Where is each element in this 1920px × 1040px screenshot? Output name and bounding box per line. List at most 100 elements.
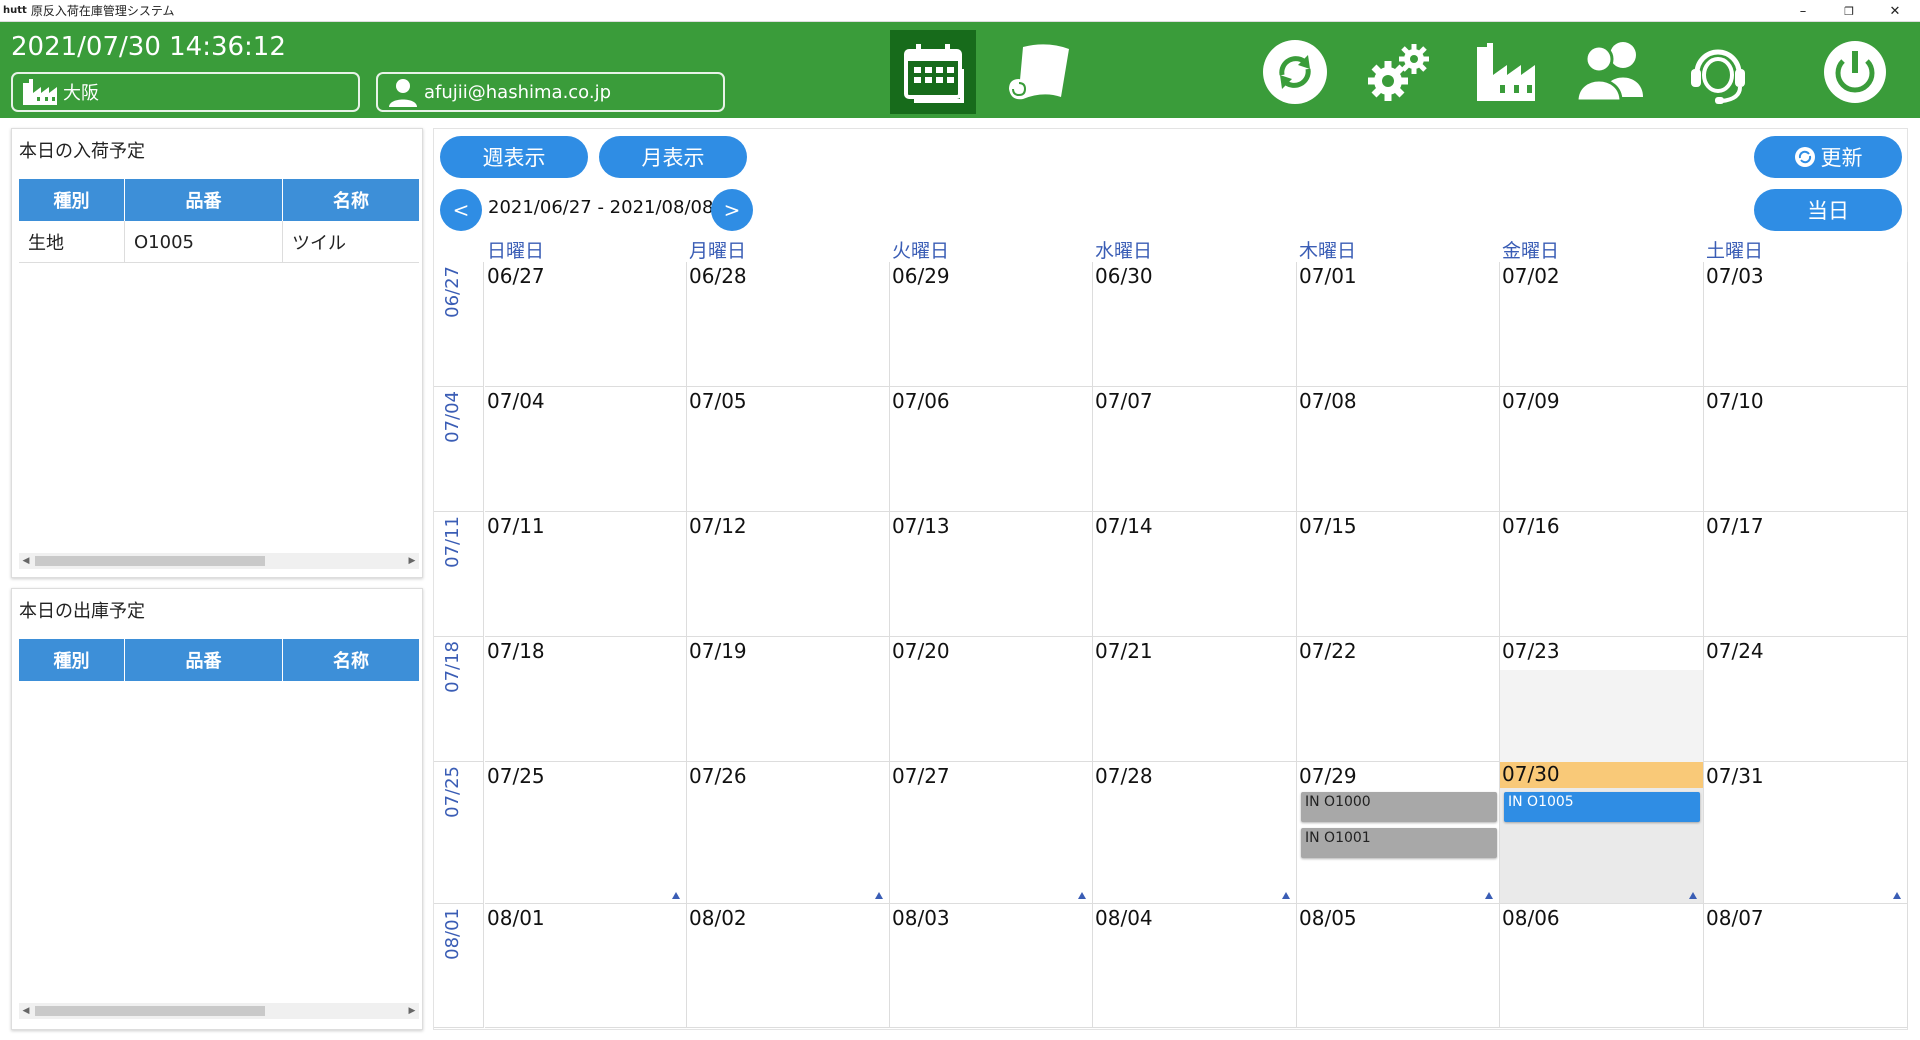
- calendar-day-cell[interactable]: 06/29: [890, 262, 1093, 387]
- user-email: afujii@hashima.co.jp: [424, 81, 612, 103]
- prev-range-button[interactable]: <: [440, 189, 482, 231]
- expand-arrow-icon[interactable]: [672, 892, 680, 899]
- nav-users[interactable]: [1568, 30, 1654, 114]
- week-view-button[interactable]: 週表示: [440, 136, 588, 178]
- calendar-day-cell[interactable]: 07/07: [1093, 387, 1297, 512]
- scroll-right-icon[interactable]: ▶: [405, 553, 419, 569]
- week-label: 07/04: [442, 391, 463, 443]
- calendar-day-cell[interactable]: 08/05: [1297, 904, 1500, 1028]
- day-number: 07/26: [689, 764, 747, 788]
- today-button[interactable]: 当日: [1754, 189, 1902, 231]
- calendar-day-cell[interactable]: 07/26: [687, 762, 890, 904]
- calendar-day-cell[interactable]: 07/27: [890, 762, 1093, 904]
- calendar-day-cell[interactable]: 07/25: [485, 762, 687, 904]
- calendar-day-cell[interactable]: 07/31: [1704, 762, 1908, 904]
- calendar-day-cell[interactable]: 07/13: [890, 512, 1093, 637]
- calendar-day-cell[interactable]: 07/02: [1500, 262, 1704, 387]
- scroll-thumb[interactable]: [35, 556, 265, 566]
- calendar-day-cell[interactable]: 07/15: [1297, 512, 1500, 637]
- column-header-name[interactable]: 名称: [283, 179, 419, 221]
- arrivals-horizontal-scrollbar[interactable]: ◀ ▶: [19, 553, 419, 569]
- calendar-day-cell[interactable]: 07/11: [485, 512, 687, 637]
- calendar-day-cell[interactable]: 07/03: [1704, 262, 1908, 387]
- calendar-day-cell[interactable]: 06/27: [485, 262, 687, 387]
- column-header-type[interactable]: 種別: [19, 639, 125, 681]
- month-view-button[interactable]: 月表示: [599, 136, 747, 178]
- calendar-event[interactable]: IN O1001: [1301, 828, 1497, 858]
- calendar-day-cell[interactable]: 07/14: [1093, 512, 1297, 637]
- column-header-code[interactable]: 品番: [125, 639, 283, 681]
- column-header-name[interactable]: 名称: [283, 639, 419, 681]
- column-header-code[interactable]: 品番: [125, 179, 283, 221]
- scroll-thumb[interactable]: [35, 1006, 265, 1016]
- expand-arrow-icon[interactable]: [875, 892, 883, 899]
- calendar-grid: 日曜日 月曜日 火曜日 水曜日 木曜日 金曜日 土曜日 06/27 06/27 06/28 06/2…: [434, 236, 1908, 1028]
- nav-settings[interactable]: [1358, 30, 1444, 114]
- calendar-day-cell[interactable]: 08/03: [890, 904, 1093, 1028]
- table-row[interactable]: 生地 O1005 ツイル: [19, 221, 419, 263]
- calendar-day-cell[interactable]: 07/04: [485, 387, 687, 512]
- calendar-day-cell[interactable]: 08/07: [1704, 904, 1908, 1028]
- day-number: 07/11: [487, 514, 545, 538]
- calendar-day-cell[interactable]: 07/22: [1297, 637, 1500, 762]
- expand-arrow-icon[interactable]: [1078, 892, 1086, 899]
- calendar-day-cell[interactable]: 07/30 IN O1005: [1500, 762, 1704, 904]
- calendar-day-cell[interactable]: 08/04: [1093, 904, 1297, 1028]
- calendar-day-cell[interactable]: 07/05: [687, 387, 890, 512]
- app-header: 2021/07/30 14:36:12 大阪 afujii@hashima.co…: [0, 22, 1920, 118]
- nav-fabric[interactable]: [995, 30, 1081, 114]
- calendar-day-cell[interactable]: 07/01: [1297, 262, 1500, 387]
- calendar-day-cell[interactable]: 06/28: [687, 262, 890, 387]
- calendar-event[interactable]: IN O1000: [1301, 792, 1497, 822]
- day-number: 07/28: [1095, 764, 1153, 788]
- day-header: 木曜日: [1299, 240, 1357, 262]
- calendar-day-cell[interactable]: 07/28: [1093, 762, 1297, 904]
- scroll-right-icon[interactable]: ▶: [405, 1003, 419, 1019]
- shipments-horizontal-scrollbar[interactable]: ◀ ▶: [19, 1003, 419, 1019]
- calendar-day-cell[interactable]: 07/17: [1704, 512, 1908, 637]
- arrivals-title: 本日の入荷予定: [19, 141, 145, 162]
- week-label: 08/01: [442, 908, 463, 960]
- nav-factory[interactable]: [1463, 30, 1549, 114]
- restore-button[interactable]: ❐: [1826, 0, 1872, 22]
- scroll-left-icon[interactable]: ◀: [19, 1003, 33, 1019]
- calendar-day-cell[interactable]: 07/16: [1500, 512, 1704, 637]
- nav-calendar[interactable]: [890, 30, 976, 114]
- calendar-day-cell[interactable]: 08/06: [1500, 904, 1704, 1028]
- expand-arrow-icon[interactable]: [1282, 892, 1290, 899]
- location-box[interactable]: 大阪: [11, 72, 360, 112]
- calendar-day-cell[interactable]: 08/01: [485, 904, 687, 1028]
- calendar-event[interactable]: IN O1005: [1504, 792, 1700, 822]
- expand-arrow-icon[interactable]: [1485, 892, 1493, 899]
- week-label: 06/27: [442, 266, 463, 318]
- calendar-day-cell[interactable]: 07/10: [1704, 387, 1908, 512]
- close-button[interactable]: ✕: [1872, 0, 1918, 22]
- calendar-day-cell[interactable]: 07/20: [890, 637, 1093, 762]
- calendar-day-cell[interactable]: 07/19: [687, 637, 890, 762]
- calendar-day-cell[interactable]: 07/18: [485, 637, 687, 762]
- calendar-day-cell[interactable]: 07/08: [1297, 387, 1500, 512]
- scroll-left-icon[interactable]: ◀: [19, 553, 33, 569]
- nav-power[interactable]: [1812, 30, 1898, 114]
- calendar-day-cell[interactable]: 07/06: [890, 387, 1093, 512]
- expand-arrow-icon[interactable]: [1893, 892, 1901, 899]
- nav-sync[interactable]: [1252, 30, 1338, 114]
- calendar-day-cell[interactable]: 07/24: [1704, 637, 1908, 762]
- calendar-day-cell[interactable]: 07/21: [1093, 637, 1297, 762]
- refresh-button[interactable]: 更新: [1754, 136, 1902, 178]
- next-range-button[interactable]: >: [711, 189, 753, 231]
- calendar-day-cell[interactable]: 07/09: [1500, 387, 1704, 512]
- current-datetime: 2021/07/30 14:36:12: [11, 32, 286, 62]
- calendar-day-cell[interactable]: 07/12: [687, 512, 890, 637]
- expand-arrow-icon[interactable]: [1689, 892, 1697, 899]
- minimize-button[interactable]: –: [1780, 0, 1826, 22]
- calendar-day-cell[interactable]: 08/02: [687, 904, 890, 1028]
- calendar-day-cell[interactable]: 06/30: [1093, 262, 1297, 387]
- column-header-type[interactable]: 種別: [19, 179, 125, 221]
- day-number: 07/16: [1502, 514, 1560, 538]
- day-number: 08/06: [1502, 906, 1560, 930]
- calendar-day-cell[interactable]: 07/29 IN O1000 IN O1001: [1297, 762, 1500, 904]
- day-number: 08/07: [1706, 906, 1764, 930]
- nav-support[interactable]: [1675, 30, 1761, 114]
- user-box[interactable]: afujii@hashima.co.jp: [376, 72, 725, 112]
